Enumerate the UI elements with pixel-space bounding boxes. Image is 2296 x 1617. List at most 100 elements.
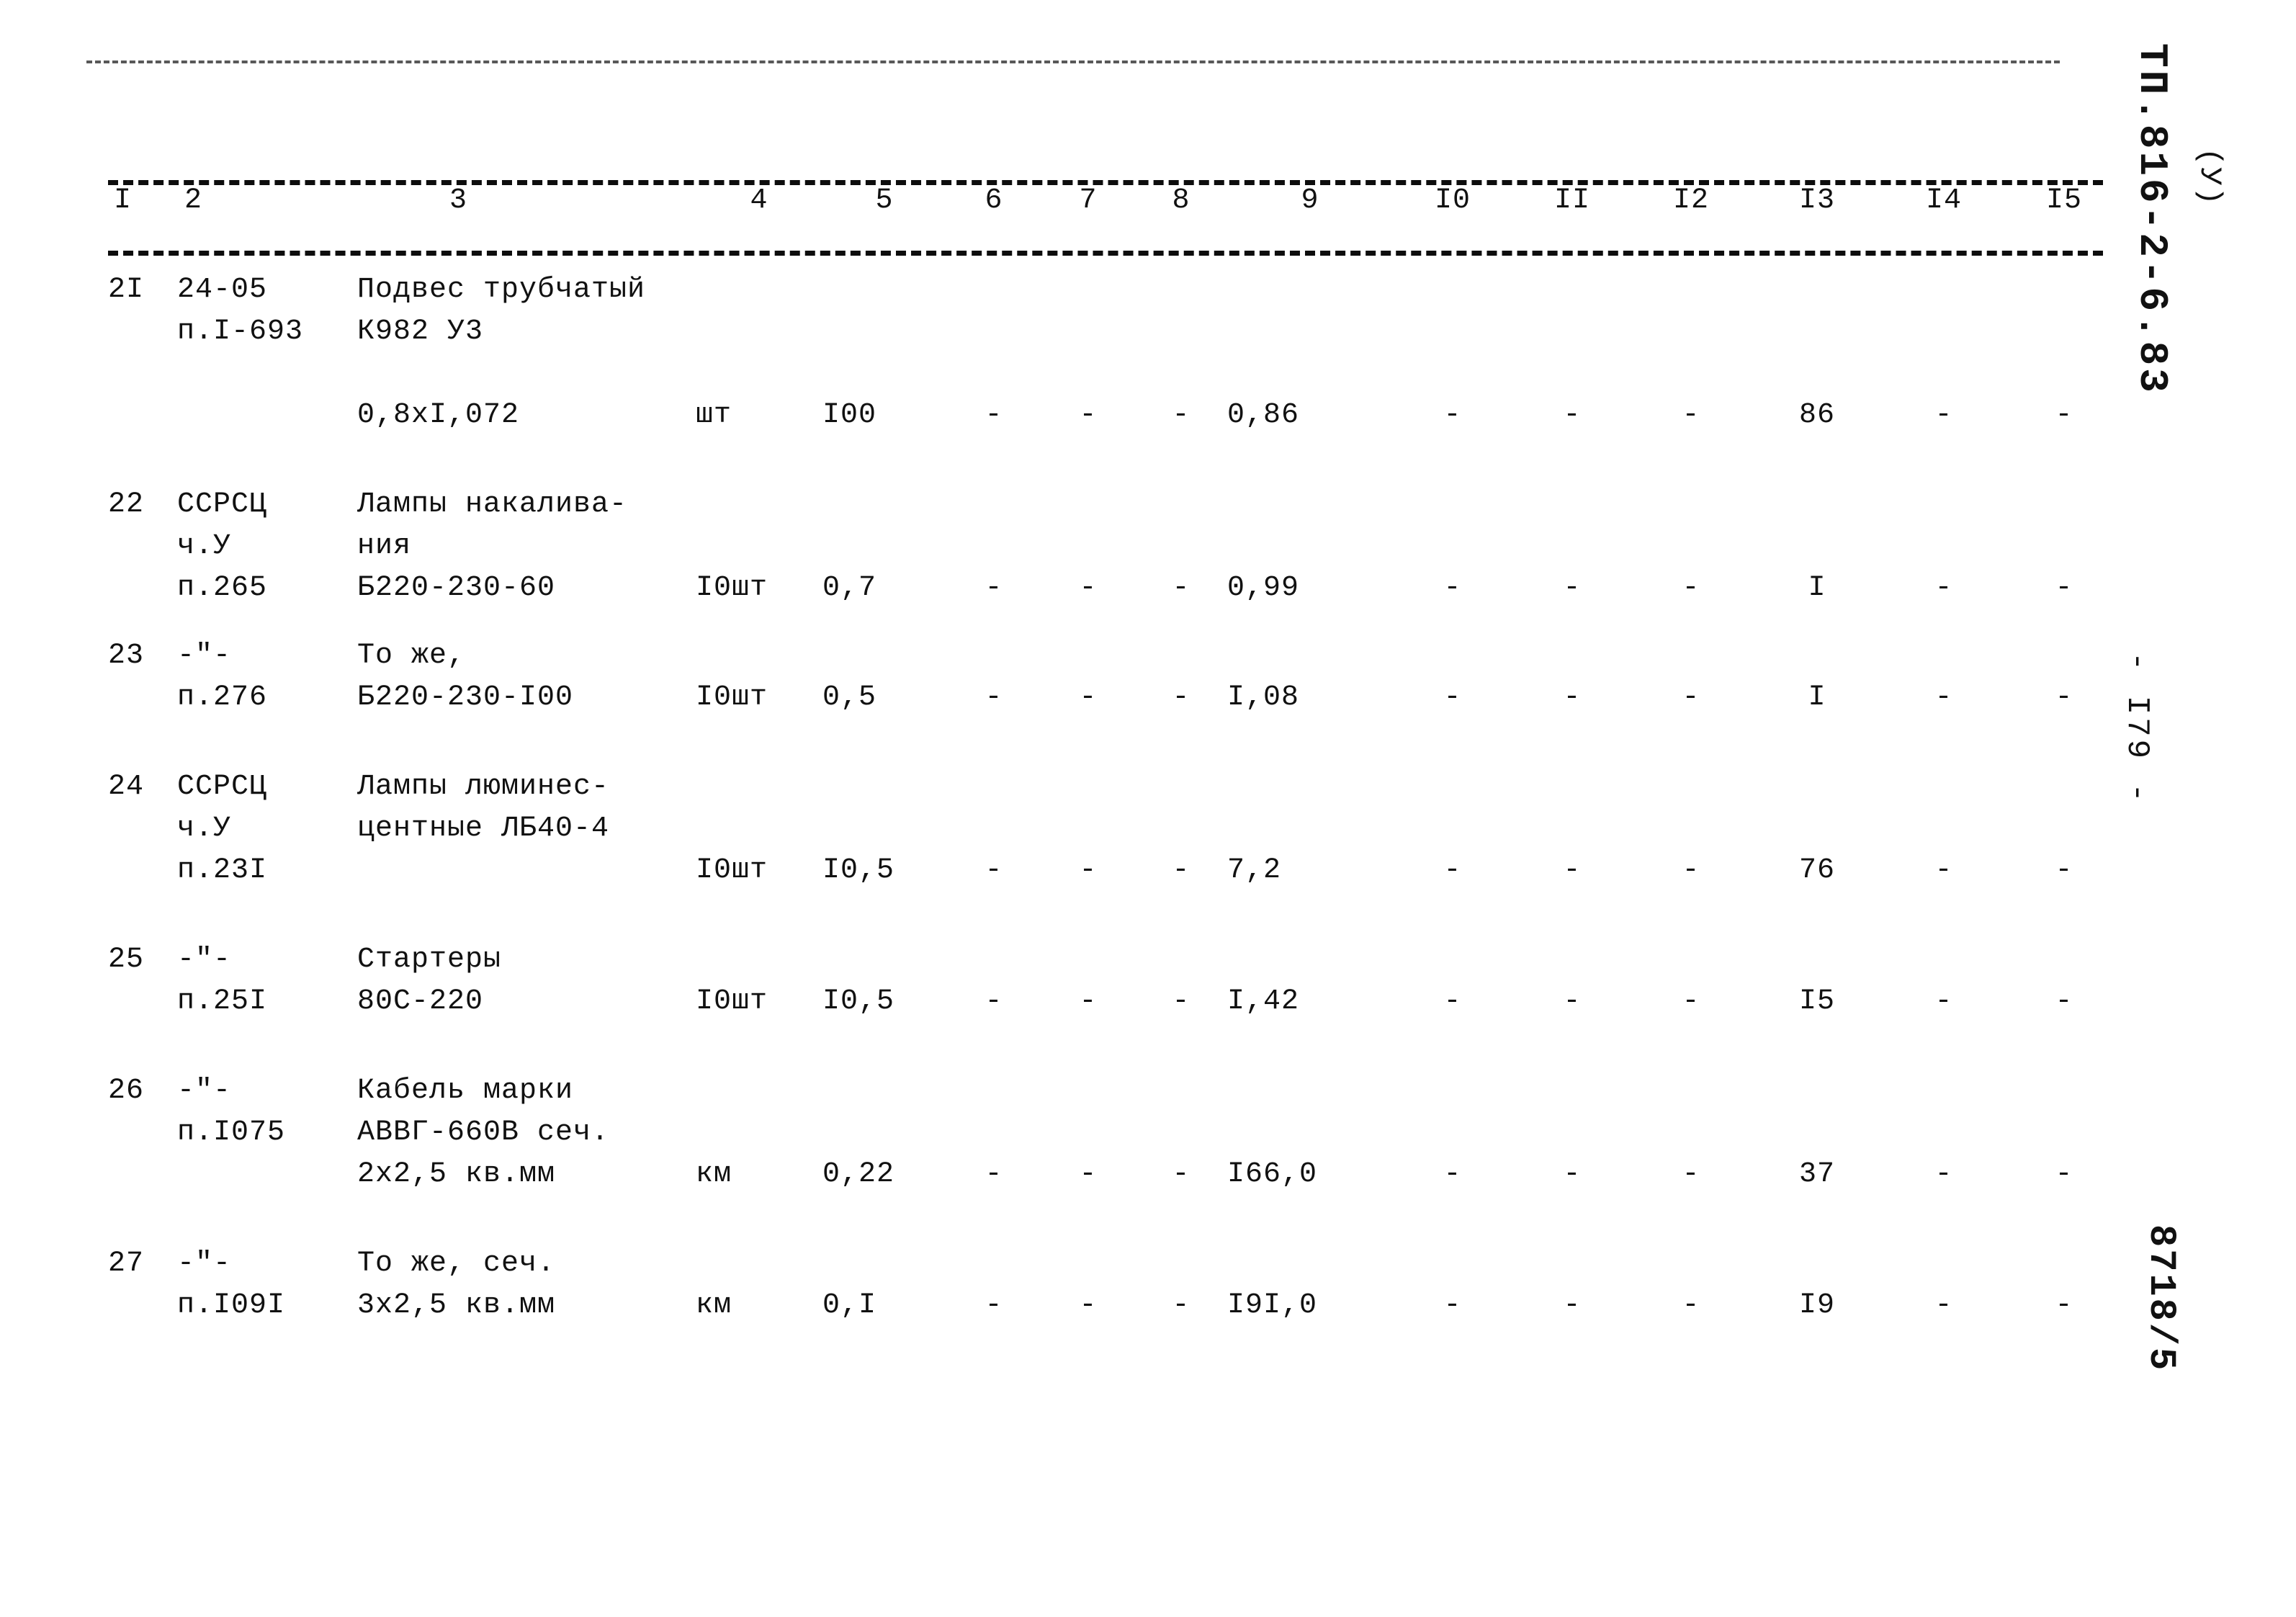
row-col12: - (1682, 854, 1700, 887)
row-col7: - (1079, 854, 1098, 887)
row-col8: - (1172, 399, 1190, 431)
table-row[interactable]: 2I 24-05 п.I-693 Подвес трубчатый К982 У… (108, 269, 2125, 436)
row-col11: - (1563, 985, 1582, 1018)
row-number: 24 (108, 771, 145, 803)
table-row[interactable]: 24 ССРСЦ ч.У п.23I Лампы люминес- центны… (108, 766, 2125, 892)
row-code: ССРСЦ ч.У п.265 (177, 488, 268, 604)
row-col6: - (985, 1158, 1003, 1191)
document-code-stamp: ТП.816-2-6.83 (2129, 43, 2175, 395)
row-code: -"- п.I075 (177, 1075, 286, 1149)
row-col6: - (985, 572, 1003, 604)
top-border-rule (86, 61, 2060, 63)
row-col11: - (1563, 1289, 1582, 1322)
row-col10: - (1443, 1158, 1462, 1191)
row-col6: - (985, 1289, 1003, 1322)
table-row[interactable]: 23 -"- п.276 То же, Б220-230-I00 I0шт 0,… (108, 635, 2125, 719)
row-col10: - (1443, 1289, 1462, 1322)
row-col14: - (1934, 1289, 1953, 1322)
row-col5: I00 (822, 399, 877, 431)
row-col11: - (1563, 854, 1582, 887)
row-unit: I0шт (696, 854, 768, 887)
column-header-4: 4 (750, 184, 768, 217)
row-number: 2I (108, 274, 145, 306)
column-header-14: I4 (1925, 184, 1962, 217)
row-gap-cell (108, 892, 2125, 939)
row-name: Подвес трубчатый К982 У3 0,8хI,072 (357, 274, 646, 431)
column-header-6: 6 (985, 184, 1003, 217)
row-unit: км (696, 1158, 732, 1191)
row-unit: шт (696, 399, 732, 431)
row-col15: - (2055, 399, 2073, 431)
row-gap (108, 609, 2125, 635)
row-col8: - (1172, 985, 1190, 1018)
row-col7: - (1079, 1158, 1098, 1191)
header-gap-cell (108, 222, 2125, 269)
row-code: -"- п.276 (177, 640, 268, 714)
row-col12: - (1682, 681, 1700, 714)
row-col13: 37 (1798, 1158, 1835, 1191)
row-col15: - (2055, 1158, 2073, 1191)
row-name: То же, Б220-230-I00 (357, 640, 574, 714)
row-col11: - (1563, 572, 1582, 604)
row-gap-cell (108, 609, 2125, 635)
row-col12: - (1682, 1289, 1700, 1322)
row-col13: 86 (1798, 399, 1835, 431)
row-col9: I66,0 (1227, 1158, 1318, 1191)
row-unit: I0шт (696, 572, 768, 604)
row-col15: - (2055, 572, 2073, 604)
row-gap (108, 1023, 2125, 1070)
row-col10: - (1443, 572, 1462, 604)
row-code: -"- п.I09I (177, 1248, 286, 1322)
row-col12: - (1682, 1158, 1700, 1191)
table-row[interactable]: 22 ССРСЦ ч.У п.265 Лампы накалива- ния Б… (108, 484, 2125, 609)
row-col5: 0,5 (822, 681, 877, 714)
row-gap-cell (108, 719, 2125, 766)
column-header-13: I3 (1798, 184, 1835, 217)
row-gap (108, 1196, 2125, 1243)
column-header-12: I2 (1672, 184, 1709, 217)
table-row[interactable]: 25 -"- п.25I Стартеры 80С-220 I0шт I0,5 … (108, 939, 2125, 1023)
row-col15: - (2055, 985, 2073, 1018)
row-name: Лампы люминес- центные ЛБ40-4 (357, 771, 610, 845)
column-header-8: 8 (1172, 184, 1190, 217)
document-variant-mark: (У) (2192, 148, 2227, 207)
row-col15: - (2055, 1289, 2073, 1322)
row-col11: - (1563, 681, 1582, 714)
row-col8: - (1172, 1158, 1190, 1191)
row-col5: 0,I (822, 1289, 877, 1322)
column-header-3: 3 (449, 184, 468, 217)
column-header-11: II (1553, 184, 1590, 217)
row-col13: I (1808, 681, 1826, 714)
specification-table-wrapper: I 2 3 4 5 6 7 8 9 I0 II I2 I3 I4 I5 2I 2… (108, 180, 2103, 1327)
row-col15: - (2055, 681, 2073, 714)
row-col14: - (1934, 854, 1953, 887)
row-col13: 76 (1798, 854, 1835, 887)
row-col7: - (1079, 1289, 1098, 1322)
row-gap-cell (108, 1196, 2125, 1243)
row-unit: I0шт (696, 681, 768, 714)
row-number: 22 (108, 488, 145, 521)
column-header-2: 2 (184, 184, 203, 217)
row-col14: - (1934, 985, 1953, 1018)
row-col14: - (1934, 681, 1953, 714)
row-unit: I0шт (696, 985, 768, 1018)
row-code: -"- п.25I (177, 944, 268, 1018)
row-col7: - (1079, 572, 1098, 604)
row-col11: - (1563, 399, 1582, 431)
row-gap (108, 892, 2125, 939)
row-col12: - (1682, 985, 1700, 1018)
row-unit: км (696, 1289, 732, 1322)
table-row[interactable]: 26 -"- п.I075 Кабель марки АВВГ-660В сеч… (108, 1070, 2125, 1196)
row-col9: 0,86 (1227, 399, 1300, 431)
row-col11: - (1563, 1158, 1582, 1191)
row-col6: - (985, 854, 1003, 887)
row-col9: I9I,0 (1227, 1289, 1318, 1322)
column-header-5: 5 (875, 184, 894, 217)
row-col13: I (1808, 572, 1826, 604)
row-col12: - (1682, 572, 1700, 604)
row-col8: - (1172, 681, 1190, 714)
column-header-1: I (114, 184, 133, 217)
row-col7: - (1079, 399, 1098, 431)
row-col13: I5 (1798, 985, 1835, 1018)
table-row[interactable]: 27 -"- п.I09I То же, сеч. 3х2,5 кв.мм км… (108, 1243, 2125, 1327)
